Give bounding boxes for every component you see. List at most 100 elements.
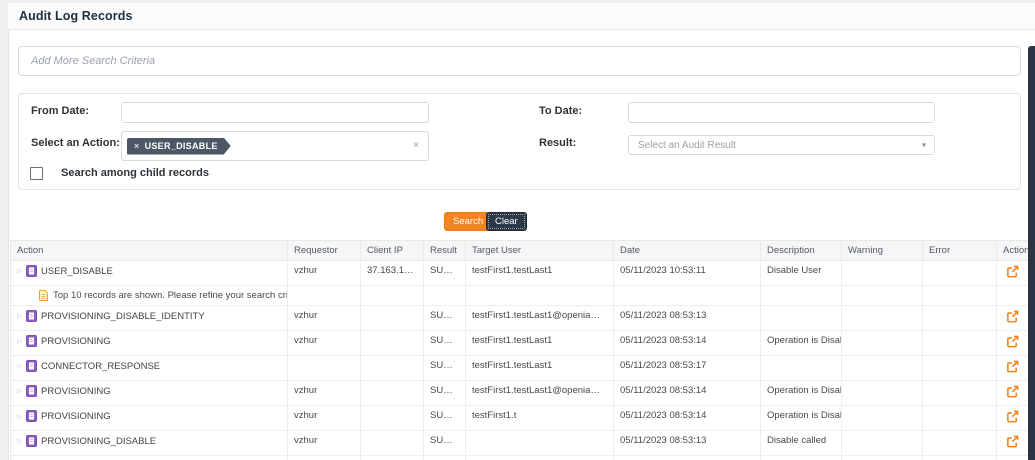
table-row[interactable]: ▷ USER_LEAVER vzhur testLast2.testlast2 … — [11, 456, 1029, 460]
result-placeholder: Select an Audit Result — [638, 140, 736, 151]
date-cell: 05/11/2023 08:53:14 — [614, 406, 761, 431]
clear-selection-icon[interactable]: × — [413, 141, 419, 151]
table-row[interactable]: ▷ PROVISIONING_DISABLE_IDENTITY vzhur SU… — [11, 306, 1029, 331]
right-scrollbar[interactable] — [1028, 46, 1035, 460]
table-row[interactable]: ▷ PROVISIONING vzhur SUCCESS testFirst1.… — [11, 331, 1029, 356]
date-cell: 05/11/2023 08:53:14 — [614, 331, 761, 356]
description-cell: Operation is Disable — [761, 406, 842, 431]
target-user-cell: testFirst1.testLast1 — [466, 356, 614, 381]
action-multiselect[interactable]: × USER_DISABLE × — [121, 131, 429, 161]
to-date-label: To Date: — [539, 105, 582, 117]
target-user-cell: testLast2.testlast2 — [466, 456, 614, 460]
result-select[interactable]: Select an Audit Result ▾ — [628, 135, 935, 155]
audit-record-icon — [26, 335, 37, 347]
child-records-label: Search among child records — [61, 167, 209, 179]
client-ip-cell — [361, 431, 424, 456]
open-record-icon[interactable] — [1006, 335, 1019, 348]
column-header-requestor[interactable]: Requestor — [288, 241, 361, 261]
open-record-icon[interactable] — [1006, 310, 1019, 323]
result-label: Result: — [539, 137, 576, 149]
date-cell: 05/11/2023 08:53:17 — [614, 356, 761, 381]
target-user-cell — [466, 431, 614, 456]
selected-action-label: USER_DISABLE — [145, 138, 218, 155]
action-name: PROVISIONING_DISABLE_IDENTITY — [41, 311, 205, 322]
client-ip-cell — [361, 331, 424, 356]
expand-caret-icon[interactable]: ▷ — [17, 411, 22, 422]
actions-cell — [997, 456, 1029, 460]
column-header-actions[interactable]: Actions — [997, 241, 1029, 261]
target-user-cell: testFirst1.testLast1@openiamdemo.com — [466, 381, 614, 406]
action-name: PROVISIONING_DISABLE — [41, 436, 156, 447]
description-cell: Disable User — [761, 261, 842, 286]
date-cell: 05/11/2023 08:53:13 — [614, 306, 761, 331]
column-header-date[interactable]: Date — [614, 241, 761, 261]
to-date-input[interactable] — [628, 102, 935, 123]
audit-record-icon — [26, 410, 37, 422]
audit-record-icon — [26, 310, 37, 322]
error-cell — [923, 431, 997, 456]
description-text: Disable called — [767, 435, 835, 446]
date-cell: 05/11/2023 08:53:13 — [614, 431, 761, 456]
column-header-error[interactable]: Error — [923, 241, 997, 261]
result-cell: SUCCESS — [424, 331, 466, 356]
child-records-checkbox[interactable] — [30, 167, 43, 180]
expand-caret-icon[interactable]: ▷ — [17, 361, 22, 372]
actions-cell — [997, 306, 1029, 331]
open-record-icon[interactable] — [1006, 360, 1019, 373]
result-cell: SUCCESS — [424, 356, 466, 381]
client-ip-cell — [361, 381, 424, 406]
audit-record-icon — [26, 385, 37, 397]
column-header-client-ip[interactable]: Client IP — [361, 241, 424, 261]
expand-caret-icon[interactable]: ▷ — [17, 336, 22, 347]
expand-caret-icon[interactable]: ▷ — [17, 266, 22, 277]
column-header-target-user[interactable]: Target User — [466, 241, 614, 261]
action-name: CONNECTOR_RESPONSE — [41, 361, 160, 372]
description-cell — [761, 356, 842, 381]
open-record-icon[interactable] — [1006, 410, 1019, 423]
expand-caret-icon[interactable]: ▷ — [17, 436, 22, 447]
open-record-icon[interactable] — [1006, 385, 1019, 398]
description-text: Operation is Disable — [767, 385, 835, 396]
search-criteria-input[interactable] — [18, 46, 1021, 76]
open-record-icon[interactable] — [1006, 435, 1019, 448]
table-row[interactable]: ▷ CONNECTOR_RESPONSE SUCCESS testFirst1.… — [11, 356, 1029, 381]
remove-tag-icon[interactable]: × — [134, 138, 140, 155]
target-user-cell: testFirst1.testLast1 — [466, 261, 614, 286]
client-ip-cell — [361, 306, 424, 331]
table-row[interactable]: ▷ PROVISIONING_DISABLE vzhur SUCCESS 05/… — [11, 431, 1029, 456]
table-row[interactable]: ▷ PROVISIONING vzhur SUCCESS testFirst1.… — [11, 381, 1029, 406]
selected-action-tag: × USER_DISABLE — [127, 138, 231, 155]
warning-cell — [842, 306, 923, 331]
requestor-cell: vzhur — [288, 331, 361, 356]
error-cell — [923, 331, 997, 356]
column-header-warning[interactable]: Warning — [842, 241, 923, 261]
table-row[interactable]: ▷ PROVISIONING vzhur SUCCESS testFirst1.… — [11, 406, 1029, 431]
error-cell — [923, 261, 997, 286]
error-cell — [923, 306, 997, 331]
actions-cell — [997, 431, 1029, 456]
open-record-icon[interactable] — [1006, 265, 1019, 278]
column-header-action[interactable]: Action — [11, 241, 288, 261]
client-ip-cell — [361, 456, 424, 460]
requestor-cell: vzhur — [288, 406, 361, 431]
actions-cell — [997, 356, 1029, 381]
error-cell — [923, 381, 997, 406]
warning-cell — [842, 331, 923, 356]
result-cell: SUCCESS — [424, 431, 466, 456]
search-button[interactable]: Search — [444, 212, 492, 231]
expand-caret-icon[interactable]: ▷ — [17, 311, 22, 322]
table-row[interactable]: ▷ USER_DISABLE vzhur 37.163.142.8 SUCCES… — [11, 261, 1029, 286]
column-header-result[interactable]: Result — [424, 241, 466, 261]
from-date-input[interactable] — [121, 102, 429, 123]
clear-button[interactable]: Clear — [486, 212, 527, 231]
actions-cell — [997, 261, 1029, 286]
error-cell — [923, 406, 997, 431]
audit-record-icon — [26, 265, 37, 277]
expand-caret-icon[interactable]: ▷ — [17, 386, 22, 397]
description-cell: testLast2 testlast2 us...More... — [761, 456, 842, 460]
column-header-description[interactable]: Description — [761, 241, 842, 261]
info-text: Top 10 records are shown. Please refine … — [53, 290, 288, 301]
audit-log-table: Action Requestor Client IP Result Target… — [10, 240, 1029, 460]
target-user-cell: testFirst1.testLast1@openiamdemo.com — [466, 306, 614, 331]
select-action-label: Select an Action: — [31, 137, 120, 149]
